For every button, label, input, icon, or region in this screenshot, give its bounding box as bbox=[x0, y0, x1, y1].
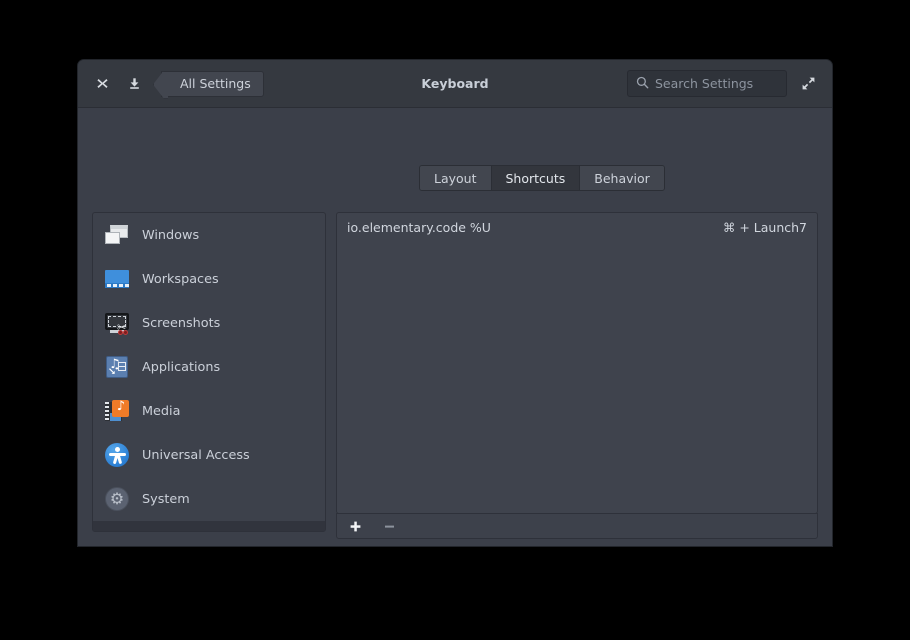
windows-icon bbox=[104, 222, 130, 248]
settings-window: All Settings Keyboard Search Settings La… bbox=[78, 60, 832, 546]
screenshots-icon: ✂ bbox=[104, 310, 130, 336]
search-field[interactable] bbox=[627, 70, 811, 97]
sidebar-item-workspaces[interactable]: Workspaces bbox=[93, 257, 325, 301]
tab-shortcuts[interactable]: Shortcuts bbox=[491, 166, 581, 190]
back-button-label: All Settings bbox=[180, 76, 251, 91]
header-bar: All Settings Keyboard bbox=[78, 60, 832, 108]
sidebar-item-label: Applications bbox=[142, 359, 221, 375]
search-input[interactable] bbox=[655, 76, 811, 91]
media-icon: ♪ bbox=[104, 398, 130, 424]
tab-bar: Layout Shortcuts Behavior bbox=[419, 165, 665, 191]
shortcut-accelerator: ⌘ + Launch7 bbox=[722, 219, 807, 235]
sidebar-item-label: Media bbox=[142, 403, 181, 419]
sidebar-item-system[interactable]: ⚙ System bbox=[93, 477, 325, 521]
sidebar-item-media[interactable]: ♪ Media bbox=[93, 389, 325, 433]
category-sidebar: Windows Workspaces ✂ Screenshots ♫ ➞ App… bbox=[92, 212, 326, 532]
custom-icon: ⚙ bbox=[104, 530, 130, 531]
add-shortcut-button[interactable] bbox=[345, 516, 365, 536]
sidebar-item-label: Windows bbox=[142, 227, 200, 243]
list-action-toolbar bbox=[336, 513, 818, 539]
sidebar-item-applications[interactable]: ♫ ➞ Applications bbox=[93, 345, 325, 389]
header-left-controls: All Settings bbox=[78, 70, 264, 97]
tab-behavior[interactable]: Behavior bbox=[580, 166, 664, 190]
settings-body: Layout Shortcuts Behavior Windows Worksp… bbox=[78, 108, 832, 545]
search-icon bbox=[636, 74, 649, 93]
sidebar-item-windows[interactable]: Windows bbox=[93, 213, 325, 257]
shortcut-command: io.elementary.code %U bbox=[347, 219, 491, 235]
sidebar-item-custom[interactable]: ⚙ Custom bbox=[93, 521, 325, 531]
sidebar-item-label: Workspaces bbox=[142, 271, 219, 287]
system-icon: ⚙ bbox=[104, 486, 130, 512]
sidebar-item-label: Universal Access bbox=[142, 447, 250, 463]
applications-icon: ♫ ➞ bbox=[104, 354, 130, 380]
shortcuts-list[interactable]: io.elementary.code %U ⌘ + Launch7 bbox=[336, 212, 818, 514]
universal-access-icon bbox=[104, 442, 130, 468]
sidebar-item-universal-access[interactable]: Universal Access bbox=[93, 433, 325, 477]
sidebar-item-label: System bbox=[142, 491, 190, 507]
sidebar-item-screenshots[interactable]: ✂ Screenshots bbox=[93, 301, 325, 345]
header-right-controls bbox=[627, 70, 832, 97]
workspaces-icon bbox=[104, 266, 130, 292]
close-icon[interactable] bbox=[89, 71, 115, 97]
remove-shortcut-button[interactable] bbox=[379, 516, 399, 536]
back-button[interactable]: All Settings bbox=[161, 70, 264, 97]
tab-layout[interactable]: Layout bbox=[420, 166, 492, 190]
table-row[interactable]: io.elementary.code %U ⌘ + Launch7 bbox=[337, 213, 817, 241]
sidebar-item-label: Screenshots bbox=[142, 315, 221, 331]
download-icon[interactable] bbox=[121, 71, 147, 97]
